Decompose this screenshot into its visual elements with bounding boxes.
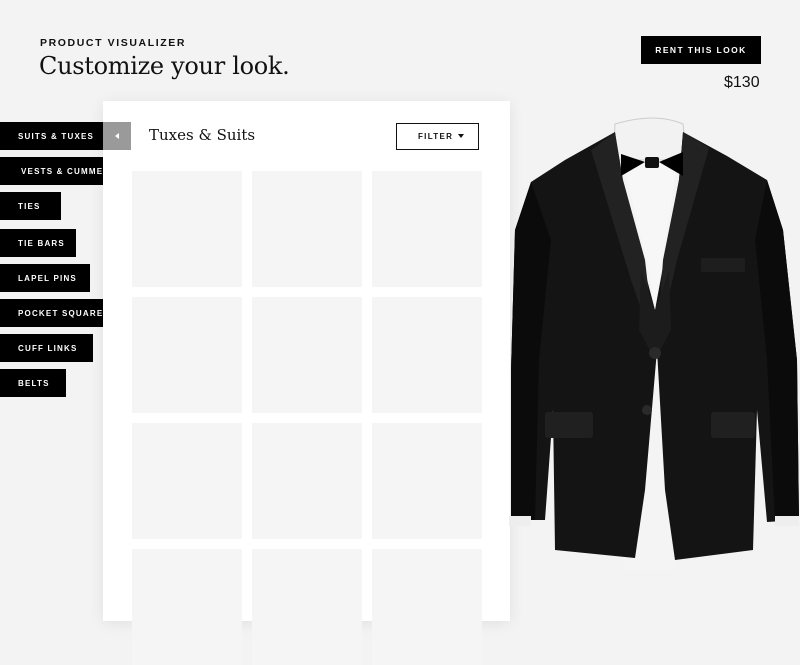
tuxedo-preview-image [509, 117, 799, 570]
price-label: $130 [724, 74, 760, 91]
product-panel: Tuxes & Suits FILTER [103, 101, 510, 665]
chevron-left-icon [115, 133, 119, 139]
collapse-sidebar-tab[interactable] [103, 122, 131, 150]
product-tile[interactable] [372, 549, 482, 665]
rent-this-look-button[interactable]: RENT THIS LOOK [641, 36, 761, 64]
product-tile[interactable] [252, 423, 362, 539]
product-tile[interactable] [252, 171, 362, 287]
category-tie-bars[interactable]: TIE BARS [0, 229, 76, 257]
caret-down-icon [458, 134, 464, 138]
category-suits-tuxes[interactable]: SUITS & TUXES [0, 122, 103, 150]
product-tile[interactable] [252, 549, 362, 665]
category-lapel-pins[interactable]: LAPEL PINS [0, 264, 90, 292]
product-grid [132, 171, 482, 665]
category-belts[interactable]: BELTS [0, 369, 66, 397]
page-title: Customize your look. [39, 52, 290, 80]
product-visualizer-eyebrow: PRODUCT VISUALIZER [40, 37, 187, 49]
product-tile[interactable] [132, 549, 242, 665]
product-tile[interactable] [132, 423, 242, 539]
product-tile[interactable] [372, 423, 482, 539]
panel-title: Tuxes & Suits [149, 126, 256, 144]
product-tile[interactable] [252, 297, 362, 413]
filter-dropdown[interactable]: FILTER [396, 123, 479, 150]
product-tile[interactable] [372, 297, 482, 413]
product-tile[interactable] [132, 297, 242, 413]
product-tile[interactable] [372, 171, 482, 287]
category-vests-cummerbunds[interactable]: VESTS & CUMMERBUNDS [0, 157, 103, 185]
category-ties[interactable]: TIES [0, 192, 61, 220]
category-pocket-squares[interactable]: POCKET SQUARES [0, 299, 103, 327]
filter-label: FILTER [418, 132, 454, 141]
category-cuff-links[interactable]: CUFF LINKS [0, 334, 93, 362]
product-tile[interactable] [132, 171, 242, 287]
